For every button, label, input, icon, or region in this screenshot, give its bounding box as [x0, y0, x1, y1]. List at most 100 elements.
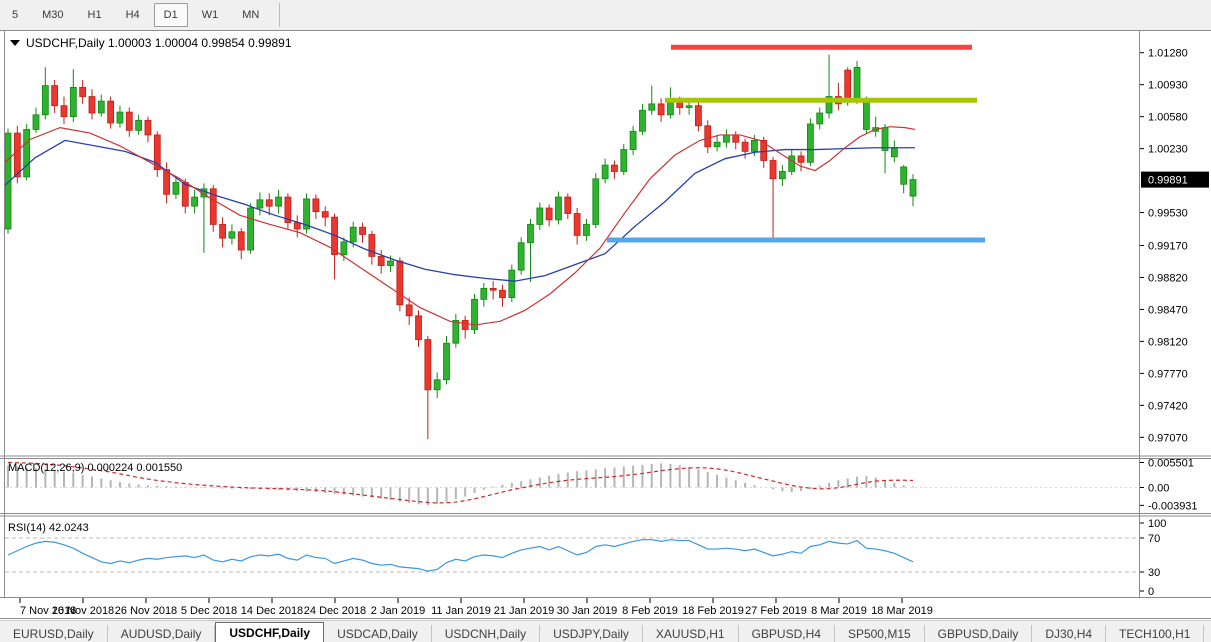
- candle-body: [891, 148, 897, 157]
- timeframe-button-MN[interactable]: MN: [232, 3, 269, 27]
- candle-body: [182, 182, 188, 206]
- candle-body: [658, 104, 664, 115]
- candle-body: [770, 161, 776, 179]
- chart-tab-SP500-M15[interactable]: SP500,M15: [835, 625, 925, 642]
- candle-body: [667, 101, 673, 115]
- date-label: 18 Mar 2019: [871, 605, 933, 617]
- candle-body: [593, 179, 599, 225]
- candle-body: [294, 223, 300, 229]
- rsi-axis-label: 30: [1148, 567, 1160, 579]
- chart-tab-AUDUSD-Daily[interactable]: AUDUSD,Daily: [108, 625, 216, 642]
- candle-body: [397, 261, 403, 305]
- date-label: 26 Nov 2018: [115, 605, 177, 617]
- price-axis: 1.012801.009301.005801.002300.995300.991…: [1140, 48, 1209, 445]
- candle-body: [845, 70, 851, 100]
- chart-tab-DJ30-H4[interactable]: DJ30,H4: [1032, 625, 1106, 642]
- price-axis-label: 0.98120: [1148, 336, 1188, 348]
- price-axis-label: 0.97420: [1148, 400, 1188, 412]
- chart-tab-XAUUSD-H1[interactable]: XAUUSD,H1: [643, 625, 739, 642]
- chart-dropdown-icon[interactable]: [10, 40, 20, 46]
- candle-body: [882, 128, 888, 151]
- candle-body: [257, 200, 263, 208]
- chart-tab-TECH100-H1[interactable]: TECH100,H1: [1106, 625, 1204, 642]
- candle-body: [453, 320, 459, 343]
- candle-body: [602, 165, 608, 179]
- candle-body: [751, 140, 757, 151]
- price-axis-label: 0.97070: [1148, 432, 1188, 444]
- timeframe-toolbar: 5M30H1H4D1W1MN: [0, 0, 1211, 31]
- candle-body: [145, 120, 151, 135]
- candle-body: [126, 112, 132, 130]
- candle-body: [350, 227, 356, 242]
- candle-body: [33, 115, 39, 130]
- candle-body: [537, 208, 543, 224]
- chart-tab-USDCNH-Daily[interactable]: USDCNH,Daily: [432, 625, 540, 642]
- candle-body: [220, 224, 226, 238]
- ma-fast-line: [5, 127, 915, 325]
- main-chart-panel: USDCHF,Daily 1.00003 1.00004 0.99854 0.9…: [5, 36, 1209, 444]
- candle-body: [621, 150, 627, 172]
- date-label: 8 Feb 2019: [622, 605, 678, 617]
- candle-body: [779, 171, 785, 178]
- price-axis-label: 0.99170: [1148, 240, 1188, 252]
- price-axis-label: 1.01280: [1148, 48, 1188, 60]
- candle-body: [574, 213, 580, 235]
- chart-tab-USDCHF-Daily[interactable]: USDCHF,Daily: [215, 622, 324, 642]
- candle-body: [276, 197, 282, 206]
- timeframe-button-W1[interactable]: W1: [192, 3, 229, 27]
- price-axis-label: 0.98820: [1148, 272, 1188, 284]
- candle-body: [360, 227, 366, 234]
- chart-tab-GBPUSD-H4[interactable]: GBPUSD,H4: [739, 625, 835, 642]
- chart-canvas[interactable]: USDCHF,Daily 1.00003 1.00004 0.99854 0.9…: [0, 30, 1211, 620]
- macd-axis-label: -0.003931: [1148, 500, 1198, 512]
- timeframe-button-5[interactable]: 5: [2, 3, 28, 27]
- macd-axis-label: 0.005501: [1148, 457, 1194, 469]
- timeframe-button-H1[interactable]: H1: [78, 3, 112, 27]
- timeframe-button-M30[interactable]: M30: [32, 3, 73, 27]
- candle-body: [901, 167, 907, 184]
- candle-body: [686, 106, 692, 108]
- timeframe-button-H4[interactable]: H4: [116, 3, 150, 27]
- rsi-axis-label: 70: [1148, 533, 1160, 545]
- candle-body: [817, 113, 823, 124]
- candle-body: [789, 156, 795, 172]
- chart-tab-EURUSD-Daily[interactable]: EURUSD,Daily: [0, 625, 108, 642]
- candle-body: [518, 243, 524, 270]
- macd-axis-label: 0.00: [1148, 483, 1169, 495]
- chart-tab-USDJPY-Daily[interactable]: USDJPY,Daily: [540, 625, 643, 642]
- date-label: 18 Feb 2019: [682, 605, 744, 617]
- date-label: 16 Nov 2018: [52, 605, 114, 617]
- timeframe-button-D1[interactable]: D1: [154, 3, 188, 27]
- candle-body: [313, 199, 319, 212]
- date-label: 14 Dec 2018: [241, 605, 303, 617]
- macd-panel: MACD(12,26,9) 0.000224 0.001550 0.005501 0…: [5, 457, 1198, 512]
- candle-body: [80, 87, 86, 96]
- price-axis-label: 1.00580: [1148, 112, 1188, 124]
- date-label: 27 Feb 2019: [745, 605, 807, 617]
- date-axis: 7 Nov 201816 Nov 201826 Nov 20185 Dec 20…: [20, 598, 933, 617]
- candle-body: [61, 106, 67, 117]
- candle-body: [611, 165, 617, 171]
- rsi-label: RSI(14) 42.0243: [8, 522, 89, 534]
- macd-label: MACD(12,26,9) 0.000224 0.001550: [8, 462, 182, 474]
- candle-body: [509, 270, 515, 297]
- candle-body: [416, 316, 422, 340]
- candle-body: [369, 235, 375, 257]
- candle-body: [910, 180, 916, 197]
- chart-tab-USDCAD-Daily[interactable]: USDCAD,Daily: [324, 625, 432, 642]
- rsi-axis-label: 100: [1148, 518, 1166, 530]
- candle-body: [322, 212, 328, 217]
- chart-tab-UI[interactable]: UI: [1204, 625, 1211, 642]
- candle-body: [639, 110, 645, 131]
- price-axis-label: 0.97770: [1148, 368, 1188, 380]
- chart-tab-GBPUSD-Daily[interactable]: GBPUSD,Daily: [925, 625, 1033, 642]
- candle-body: [630, 131, 636, 149]
- candle-body: [714, 142, 720, 147]
- candle-body: [565, 197, 571, 213]
- candle-body: [733, 135, 739, 142]
- candle-body: [266, 200, 272, 206]
- candle-body: [425, 340, 431, 390]
- candle-body: [527, 224, 533, 242]
- candle-body: [742, 142, 748, 151]
- candle-body: [807, 124, 813, 162]
